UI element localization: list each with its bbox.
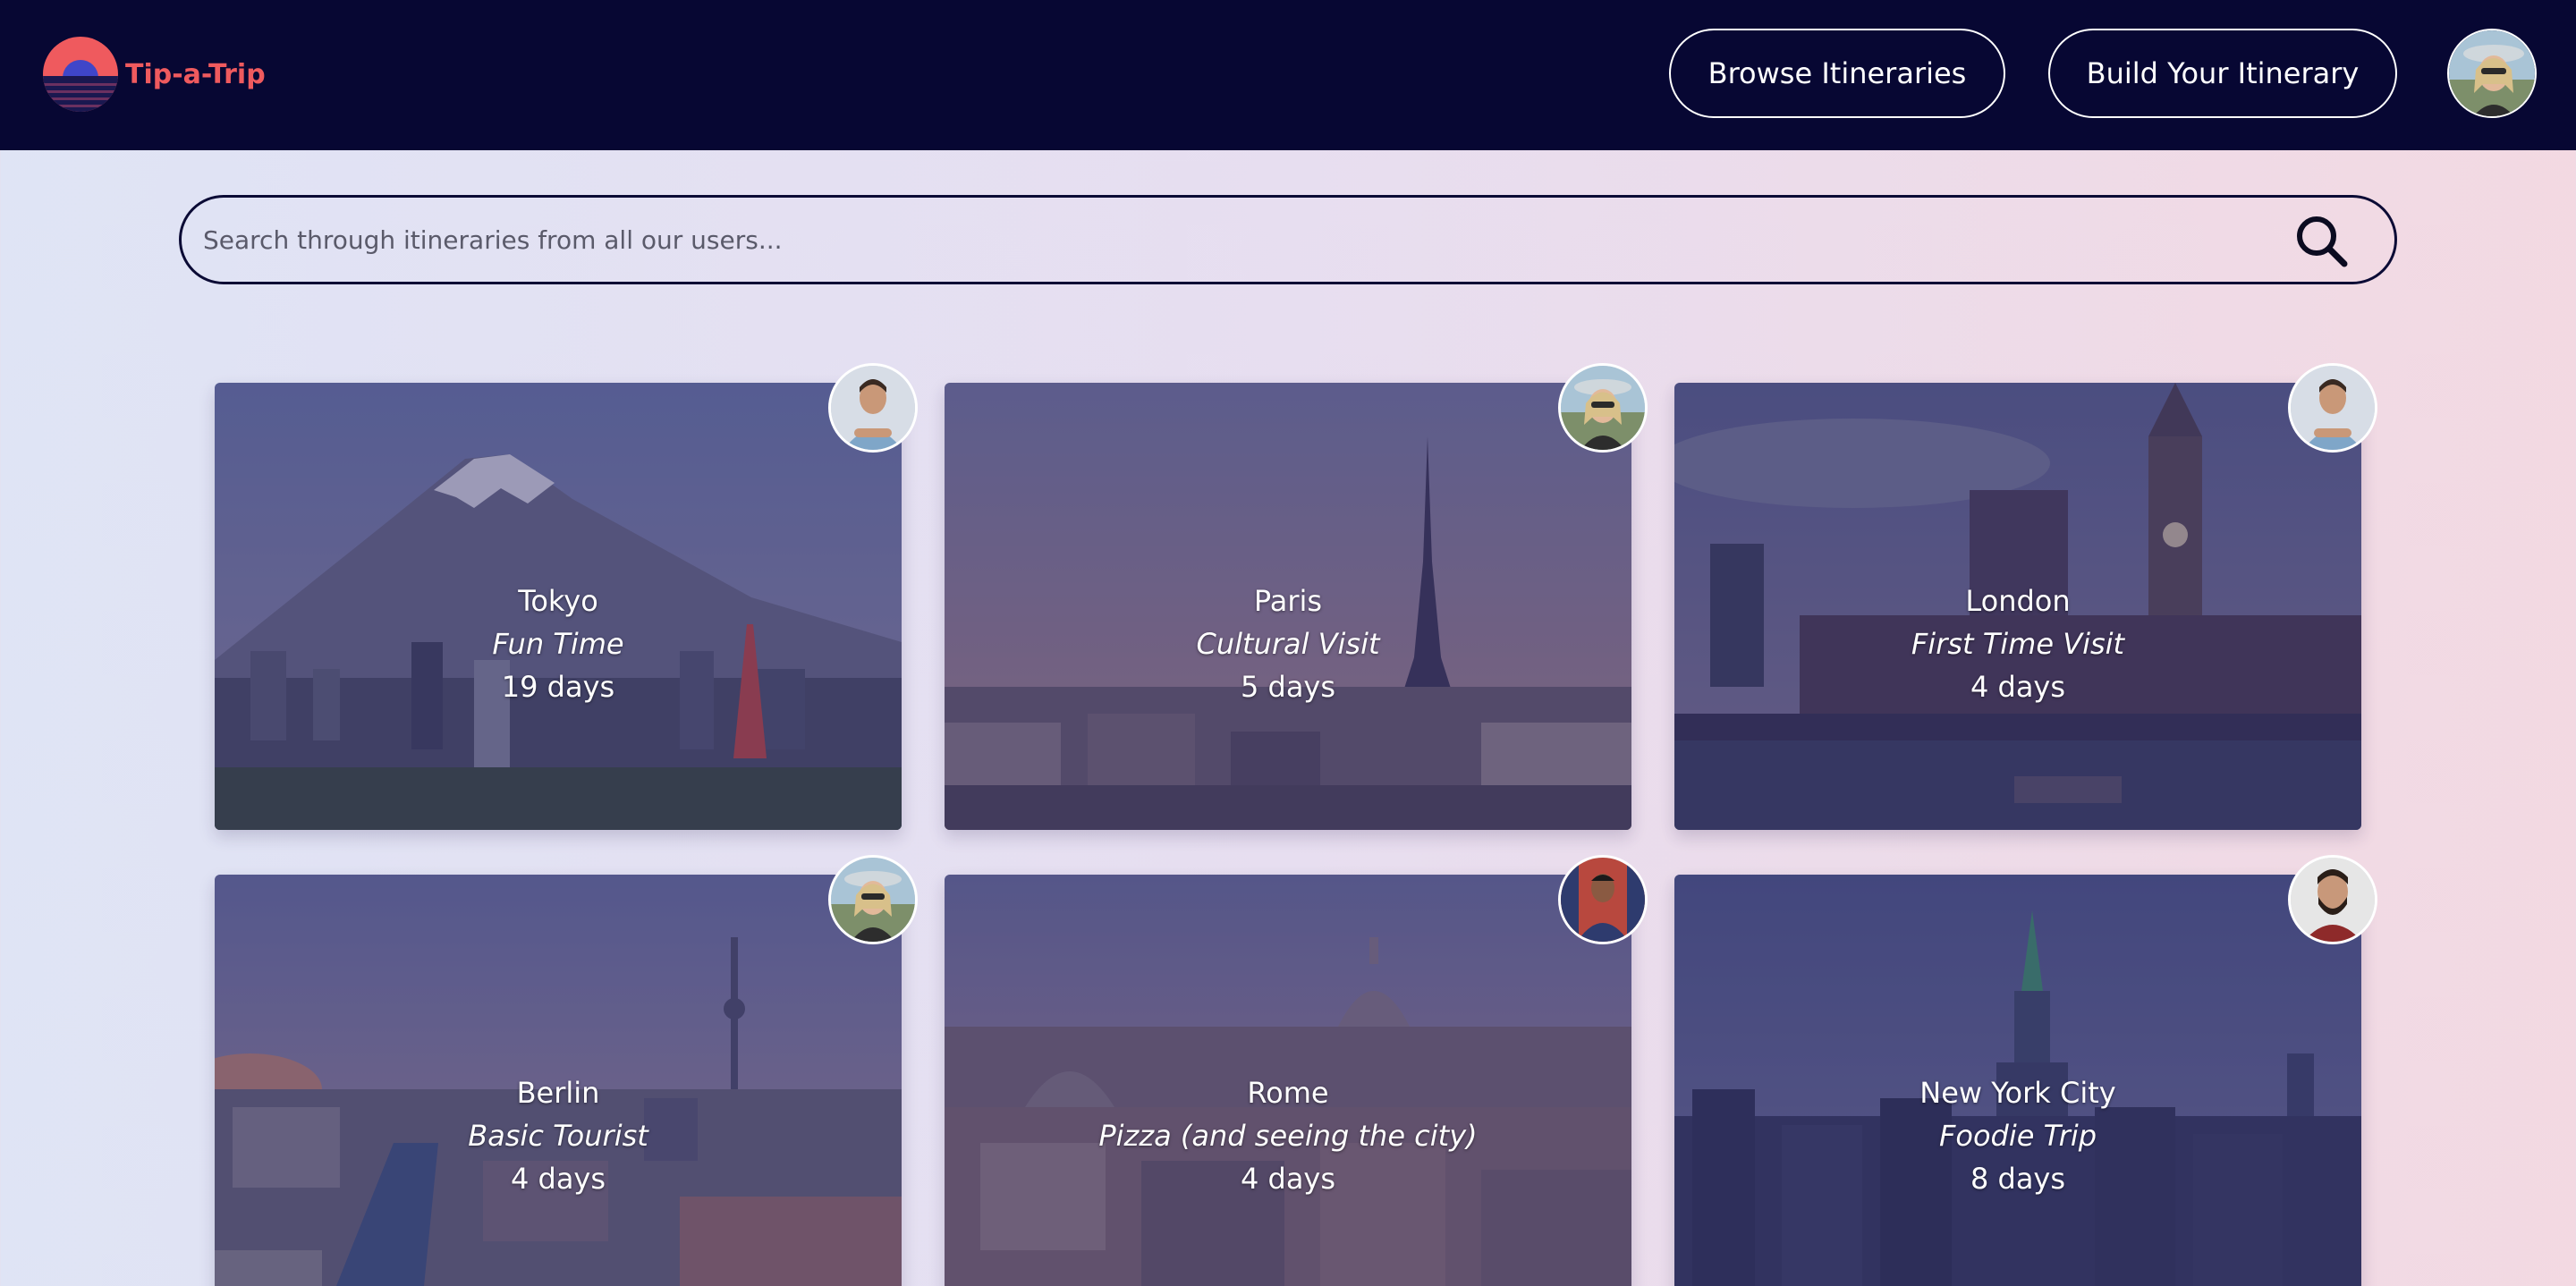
logo-text: Tip-a-Trip [125, 58, 266, 90]
owner-avatar[interactable] [1558, 363, 1648, 453]
card-duration: 4 days [510, 1162, 606, 1196]
logo-sunset-icon [43, 37, 118, 112]
card-city: Tokyo [518, 584, 598, 618]
logo[interactable]: Tip-a-Trip [43, 36, 266, 113]
card-city: New York City [1919, 1076, 2116, 1110]
card-duration: 19 days [501, 670, 615, 704]
itinerary-card[interactable]: Rome Pizza (and seeing the city) 4 days [945, 875, 1631, 1286]
owner-avatar[interactable] [2288, 363, 2377, 453]
owner-avatar[interactable] [828, 363, 918, 453]
card-city: Rome [1247, 1076, 1329, 1110]
card-trip-name: Pizza (and seeing the city) [1098, 1119, 1478, 1153]
itinerary-card[interactable]: New York City Foodie Trip 8 days [1674, 875, 2361, 1286]
itinerary-card[interactable]: London First Time Visit 4 days [1674, 383, 2361, 830]
search-input[interactable] [203, 198, 2260, 282]
card-duration: 4 days [1240, 1162, 1336, 1196]
card-trip-name: Foodie Trip [1938, 1119, 2097, 1153]
itinerary-card[interactable]: Paris Cultural Visit 5 days [945, 383, 1631, 830]
card-city: Paris [1253, 584, 1323, 618]
itinerary-card[interactable]: Berlin Basic Tourist 4 days [215, 875, 902, 1286]
card-duration: 5 days [1240, 670, 1336, 704]
owner-avatar[interactable] [828, 855, 918, 944]
card-duration: 4 days [1970, 670, 2066, 704]
card-trip-name: Basic Tourist [468, 1119, 648, 1153]
build-itinerary-button[interactable]: Build Your Itinerary [2048, 29, 2397, 118]
card-city: Berlin [516, 1076, 600, 1110]
search-bar [179, 195, 2397, 284]
card-duration: 8 days [1970, 1162, 2066, 1196]
card-trip-name: First Time Visit [1911, 627, 2125, 661]
itinerary-card[interactable]: Tokyo Fun Time 19 days [215, 383, 902, 830]
owner-avatar[interactable] [2288, 855, 2377, 944]
card-city: London [1965, 584, 2071, 618]
card-trip-name: Cultural Visit [1196, 627, 1380, 661]
browse-itineraries-button[interactable]: Browse Itineraries [1669, 29, 2005, 118]
owner-avatar[interactable] [1558, 855, 1648, 944]
search-icon[interactable] [2294, 214, 2350, 269]
navbar: Tip-a-Trip Browse Itineraries Build Your… [0, 0, 2576, 150]
user-avatar[interactable] [2447, 29, 2537, 118]
card-trip-name: Fun Time [492, 627, 624, 661]
